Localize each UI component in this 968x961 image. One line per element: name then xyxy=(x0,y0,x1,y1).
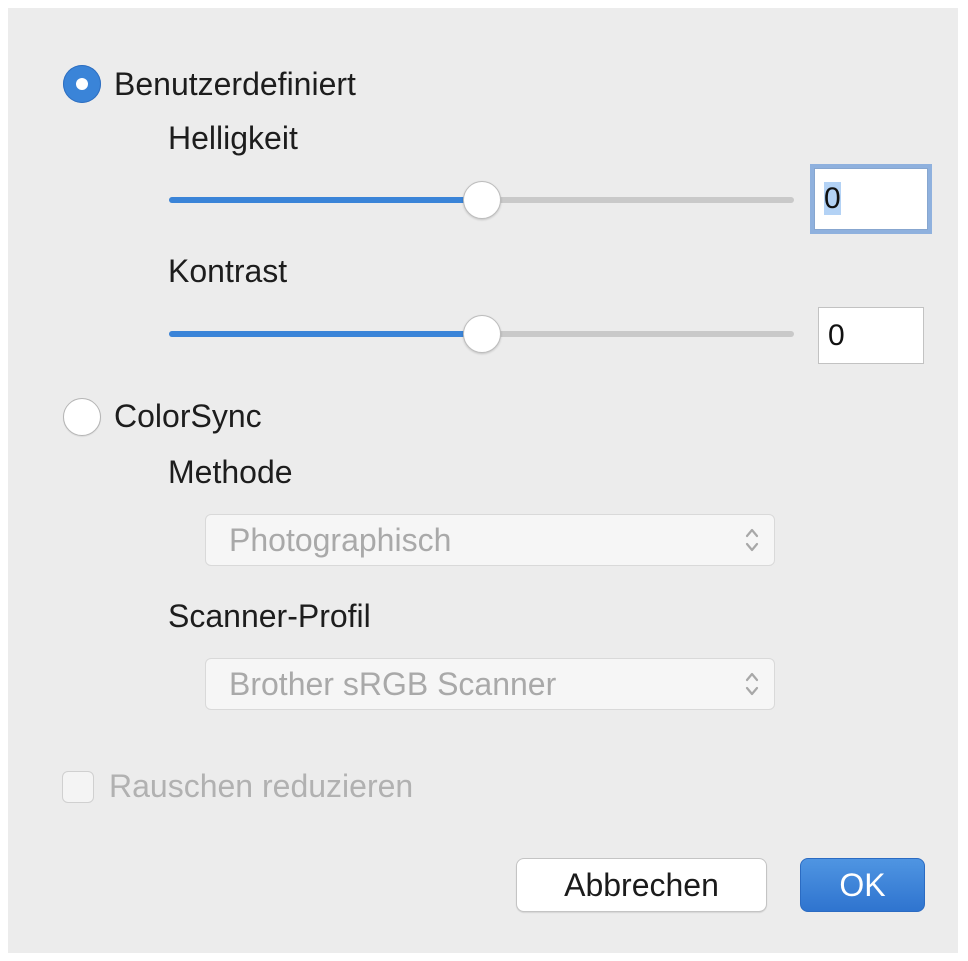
contrast-slider-knob[interactable] xyxy=(463,315,501,353)
chevron-up-down-icon xyxy=(745,672,759,696)
contrast-label: Kontrast xyxy=(168,253,288,289)
custom-mode-label[interactable]: Benutzerdefiniert xyxy=(114,64,356,104)
chevron-up-down-icon xyxy=(745,528,759,552)
brightness-value-field[interactable]: 0 xyxy=(814,168,928,230)
contrast-value-text: 0 xyxy=(828,319,845,352)
brightness-value-text: 0 xyxy=(824,182,841,215)
brightness-slider[interactable] xyxy=(169,181,794,221)
custom-mode-radio[interactable] xyxy=(63,65,101,103)
scan-adjustment-panel: Benutzerdefiniert Helligkeit 0 Kontrast … xyxy=(8,8,958,953)
method-popup-value: Photographisch xyxy=(229,522,452,558)
brightness-slider-knob[interactable] xyxy=(463,181,501,219)
noise-reduction-checkbox[interactable] xyxy=(62,771,94,803)
method-popup[interactable]: Photographisch xyxy=(205,514,775,566)
scanner-profile-popup[interactable]: Brother sRGB Scanner xyxy=(205,658,775,710)
colorsync-mode-radio[interactable] xyxy=(63,398,101,436)
contrast-value-field[interactable]: 0 xyxy=(818,307,924,364)
noise-reduction-label[interactable]: Rauschen reduzieren xyxy=(109,766,413,806)
scanner-profile-popup-value: Brother sRGB Scanner xyxy=(229,666,557,702)
scanner-profile-label: Scanner-Profil xyxy=(168,598,371,634)
colorsync-mode-label[interactable]: ColorSync xyxy=(114,396,262,436)
brightness-slider-fill xyxy=(169,197,482,203)
cancel-button[interactable]: Abbrechen xyxy=(516,858,767,912)
method-label: Methode xyxy=(168,454,293,490)
ok-button[interactable]: OK xyxy=(800,858,925,912)
brightness-label: Helligkeit xyxy=(168,120,298,156)
contrast-slider-fill xyxy=(169,331,482,337)
contrast-slider[interactable] xyxy=(169,315,794,355)
